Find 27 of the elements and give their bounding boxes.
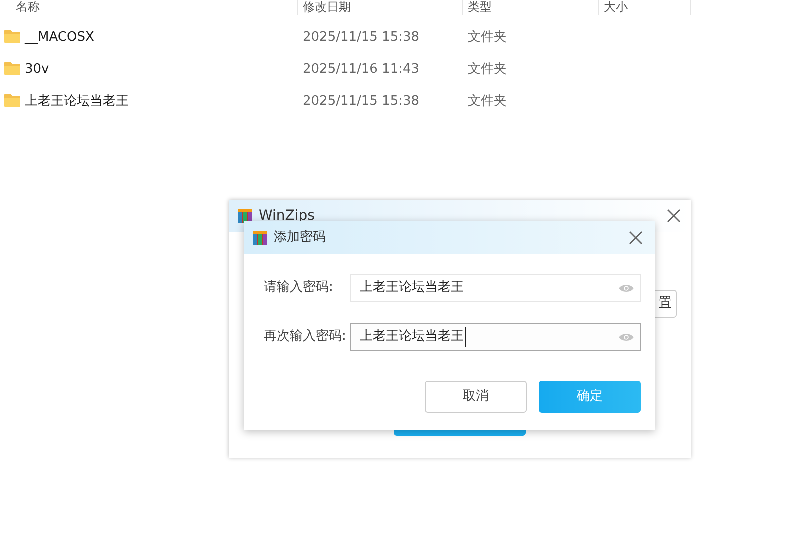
column-header[interactable]: 修改日期 [303,0,351,14]
field-label: 请输入密码: [264,279,334,298]
password-field[interactable]: 上老王论坛当老王 [350,323,641,351]
password-field[interactable]: 上老王论坛当老王 [350,274,641,302]
folder-icon [4,93,21,107]
column-header[interactable]: 大小 [604,0,628,14]
modified-date: 2025/11/15 15:38 [303,93,420,111]
column-header[interactable]: 名称 [16,0,40,14]
column-header[interactable]: 类型 [468,0,492,14]
folder-icon [4,61,21,75]
file-name[interactable]: 上老王论坛当老王 [25,92,129,112]
modified-date: 2025/11/15 15:38 [303,29,420,47]
file-name[interactable]: 30v [25,60,50,80]
folder-icon [4,29,21,43]
dialog-title: 添加密码 [274,228,326,247]
cancel-button[interactable]: 取消 [425,381,527,413]
modified-date: 2025/11/16 11:43 [303,61,420,79]
file-type: 文件夹 [468,29,507,47]
close-button[interactable] [629,230,643,244]
file-type: 文件夹 [468,93,507,111]
app-icon [237,208,253,224]
close-button[interactable] [667,209,681,223]
file-type: 文件夹 [468,61,507,79]
field-label: 再次输入密码: [264,328,348,346]
file-name[interactable]: __MACOSX [25,28,94,48]
app-icon [252,230,268,246]
window-title: WinZips [259,206,315,226]
